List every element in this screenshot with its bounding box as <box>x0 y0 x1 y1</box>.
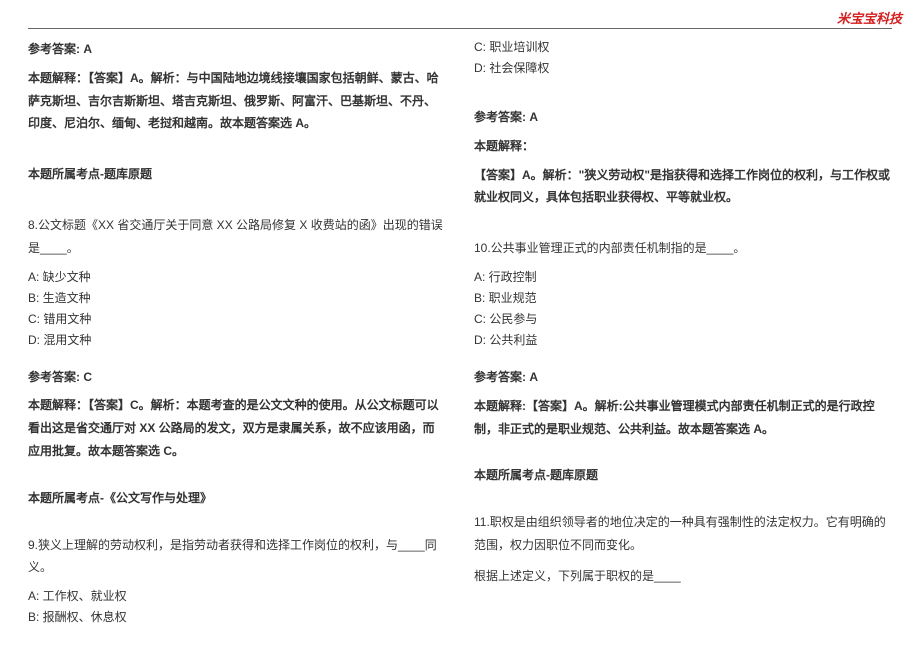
question-10-option-c: C: 公民参与 <box>474 310 892 327</box>
question-9-option-b: B: 报酬权、休息权 <box>28 608 446 625</box>
question-8-option-b: B: 生造文种 <box>28 289 446 306</box>
question-10-stem: 10.公共事业管理正式的内部责任机制指的是____。 <box>474 237 892 260</box>
explanation-7: 本题解释：【答案】A。解析：与中国陆地边境线接壤国家包括朝鲜、蒙古、哈萨克斯坦、… <box>28 67 446 135</box>
source-10: 本题所属考点-题库原题 <box>474 464 892 487</box>
question-8-stem: 8.公文标题《XX 省交通厅关于同意 XX 公路局修复 X 收费站的函》出现的错… <box>28 214 446 260</box>
explanation-8: 本题解释：【答案】C。解析：本题考查的是公文文种的使用。从公文标题可以看出这是省… <box>28 394 446 462</box>
answer-8-label: 参考答案: C <box>28 366 446 389</box>
question-10-option-b: B: 职业规范 <box>474 289 892 306</box>
explanation-9-head: 本题解释： <box>474 135 892 158</box>
question-11-stem: 11.职权是由组织领导者的地位决定的一种具有强制性的法定权力。它有明确的范围，权… <box>474 511 892 557</box>
content-columns: 参考答案: A 本题解释：【答案】A。解析：与中国陆地边境线接壤国家包括朝鲜、蒙… <box>28 38 892 641</box>
question-8-option-c: C: 错用文种 <box>28 310 446 327</box>
question-10-option-a: A: 行政控制 <box>474 268 892 285</box>
header-divider <box>28 28 892 29</box>
watermark-text: 米宝宝科技 <box>837 8 902 27</box>
question-11-sub: 根据上述定义，下列属于职权的是____ <box>474 565 892 588</box>
question-8-option-a: A: 缺少文种 <box>28 268 446 285</box>
question-9-option-c: C: 职业培训权 <box>474 38 892 55</box>
answer-10-label: 参考答案: A <box>474 366 892 389</box>
answer-7-label: 参考答案: A <box>28 38 446 61</box>
source-7: 本题所属考点-题库原题 <box>28 163 446 186</box>
explanation-9-body: 【答案】A。解析："狭义劳动权"是指获得和选择工作岗位的权利，与工作权或就业权同… <box>474 164 892 210</box>
source-8: 本题所属考点-《公文写作与处理》 <box>28 487 446 510</box>
question-9-stem: 9.狭义上理解的劳动权利，是指劳动者获得和选择工作岗位的权利，与____同义。 <box>28 534 446 580</box>
question-10-option-d: D: 公共利益 <box>474 331 892 348</box>
explanation-10: 本题解释:【答案】A。解析:公共事业管理模式内部责任机制正式的是行政控制，非正式… <box>474 395 892 441</box>
question-9-option-a: A: 工作权、就业权 <box>28 587 446 604</box>
answer-9-label: 参考答案: A <box>474 106 892 129</box>
question-9-option-d: D: 社会保障权 <box>474 59 892 76</box>
question-8-option-d: D: 混用文种 <box>28 331 446 348</box>
